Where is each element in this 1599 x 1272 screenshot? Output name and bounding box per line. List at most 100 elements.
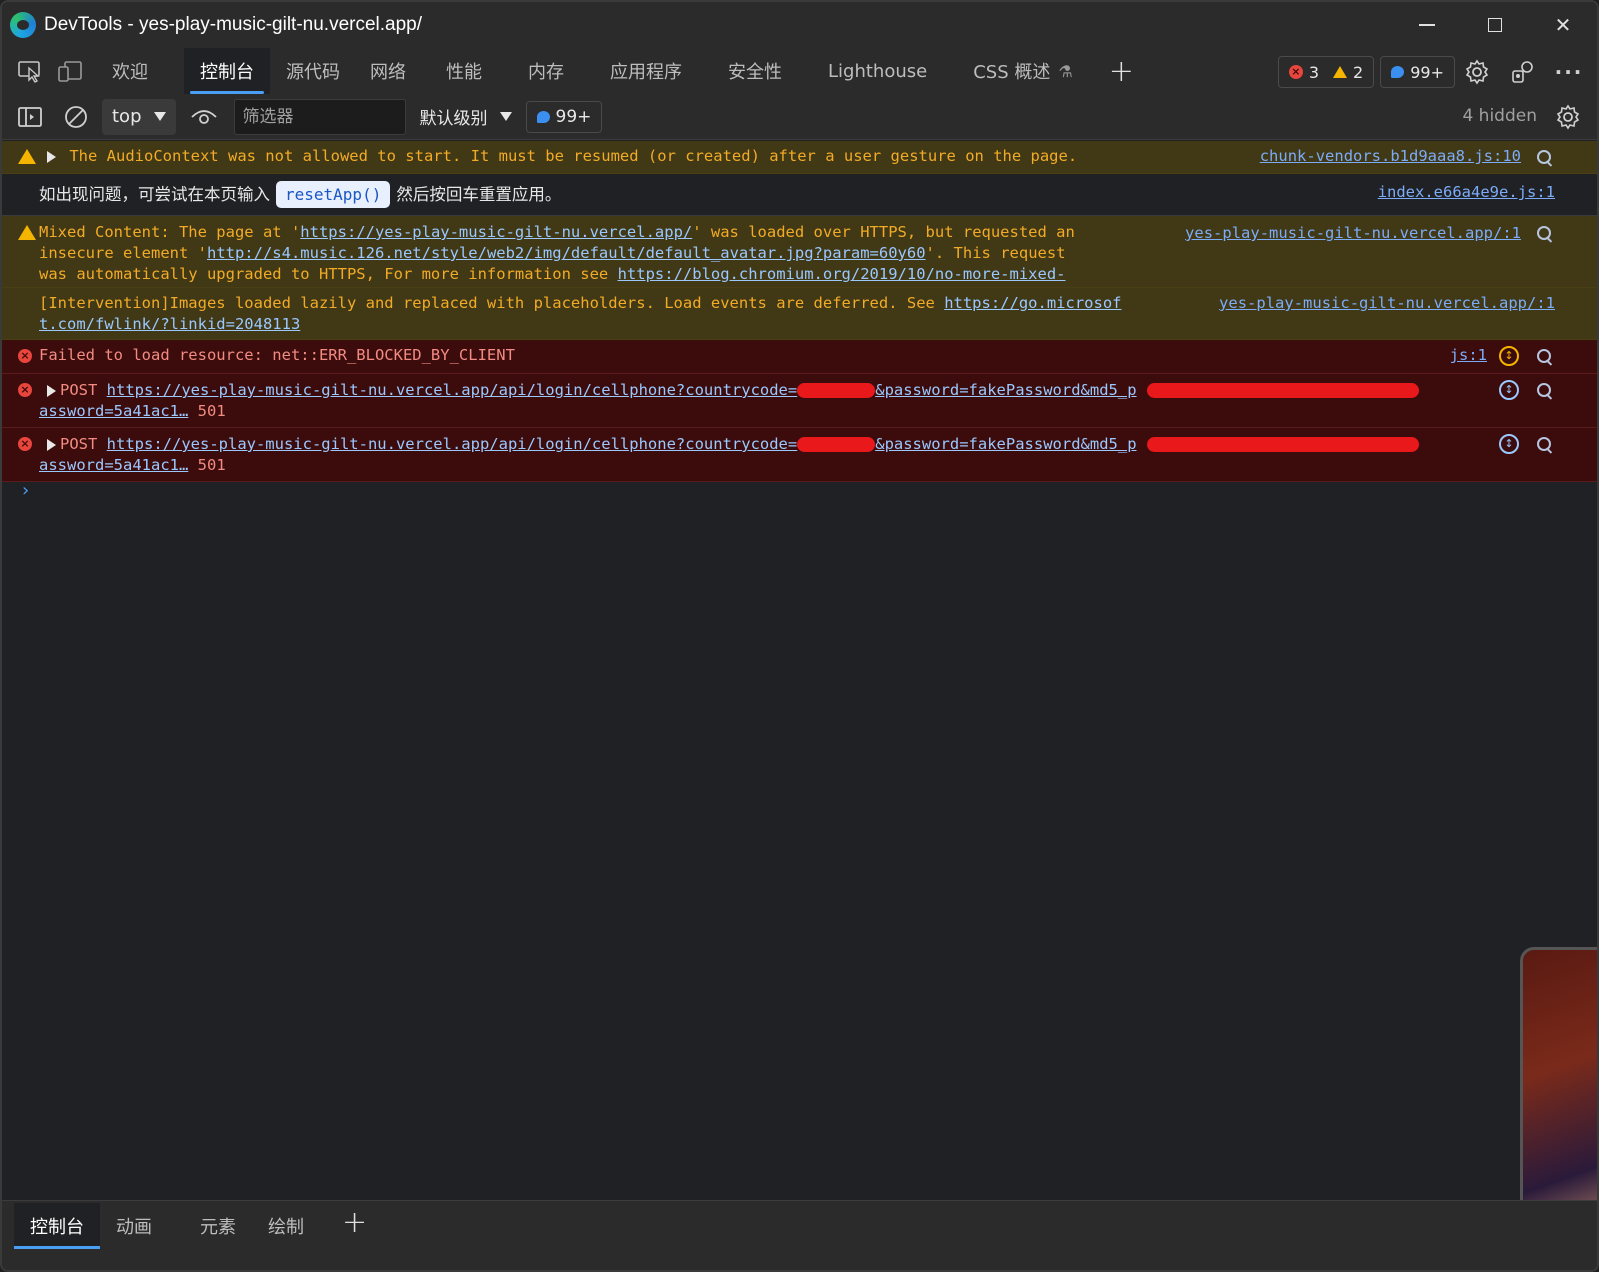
console-message-warning[interactable]: [Intervention]Images loaded lazily and r… (2, 288, 1597, 340)
drawer-add-tool-button[interactable]: + (328, 1205, 381, 1240)
close-button[interactable]: ✕ (1529, 2, 1597, 48)
more-options-button[interactable]: ··· (1551, 54, 1587, 90)
message-counter[interactable]: 99+ (1380, 56, 1455, 88)
message-text: Failed to load resource: net::ERR_BLOCKE… (39, 346, 515, 364)
error-count: 3 (1308, 62, 1320, 82)
message-text-after: 然后按回车重置应用。 (396, 185, 562, 204)
context-selector[interactable]: top (102, 98, 176, 135)
expand-arrow-icon[interactable] (47, 384, 56, 397)
drawer-tab-bar: 控制台 动画 元素 绘制 + (2, 1200, 1597, 1270)
message-source-link[interactable]: js:1 (1450, 345, 1487, 366)
redaction-mark (797, 383, 876, 398)
drawer-tab-animations[interactable]: 动画 (100, 1203, 168, 1249)
error-warning-counter[interactable]: × 3 2 (1277, 56, 1375, 88)
message-text: [Intervention]Images loaded lazily and r… (39, 294, 945, 312)
devtools-window: DevTools - yes-play-music-gilt-nu.vercel… (0, 0, 1599, 1272)
console-settings-button[interactable] (1553, 102, 1583, 132)
tab-sources[interactable]: 源代码 (270, 48, 356, 94)
message-source-link[interactable]: chunk-vendors.b1d9aaa8.js:10 (1260, 146, 1521, 167)
error-icon: × (1288, 65, 1303, 79)
drawer-tab-console[interactable]: 控制台 (14, 1203, 100, 1249)
filter-input[interactable] (233, 98, 406, 135)
message-bubble-icon (536, 110, 550, 123)
window-title: DevTools - yes-play-music-gilt-nu.vercel… (44, 14, 423, 35)
gear-icon (1556, 104, 1580, 130)
search-icon[interactable] (1537, 150, 1553, 166)
tab-console[interactable]: 控制台 (184, 48, 270, 94)
tab-performance[interactable]: 性能 (428, 48, 512, 94)
network-request-icon[interactable]: ↕ (1499, 380, 1519, 400)
network-request-icon[interactable]: ↕ (1499, 434, 1519, 454)
console-message-count: 99+ (555, 106, 592, 127)
console-message-warning[interactable]: Mixed Content: The page at 'https://yes-… (2, 216, 1597, 304)
message-link[interactable]: https://go.microsof (944, 294, 1121, 312)
expand-arrow-icon[interactable] (47, 150, 56, 163)
tab-css-overview[interactable]: CSS 概述 ⚗ (957, 48, 1081, 94)
console-message-info[interactable]: 如出现问题，可尝试在本页输入 resetApp() 然后按回车重置应用。 index… (2, 174, 1597, 216)
message-source-link[interactable]: yes-play-music-gilt-nu.vercel.app/:1 (1185, 223, 1521, 244)
minimize-icon (1419, 24, 1435, 26)
status-code: 501 (197, 402, 226, 420)
search-icon[interactable] (1537, 383, 1553, 399)
show-sidebar-button[interactable] (10, 97, 50, 137)
edge-logo-icon (10, 12, 36, 38)
console-message-warning[interactable]: The AudioContext was not allowed to star… (2, 141, 1597, 174)
request-url[interactable]: https://yes-play-music-gilt-nu.vercel.ap… (107, 435, 798, 453)
console-message-counter[interactable]: 99+ (525, 100, 603, 133)
message-link[interactable]: https://yes-play-music-gilt-nu.vercel.ap… (300, 223, 692, 241)
message-link[interactable]: http://s4.music.126.net/style/web2/img/d… (207, 244, 926, 262)
message-text: The AudioContext was not allowed to star… (69, 147, 1078, 165)
request-url[interactable]: assword=5a41ac1… (39, 456, 188, 474)
message-text: '. This request (925, 244, 1066, 262)
log-level-selector[interactable]: 默认级别 (420, 104, 512, 129)
request-url[interactable]: https://yes-play-music-gilt-nu.vercel.ap… (107, 381, 798, 399)
device-emulation-button[interactable] (50, 51, 90, 91)
search-icon[interactable] (1537, 437, 1553, 453)
tabbar-right-icons: ··· (1459, 54, 1587, 90)
minimize-button[interactable] (1393, 2, 1461, 48)
message-text: insecure element ' (39, 244, 207, 262)
hidden-messages-count[interactable]: 4 hidden (1462, 106, 1537, 126)
reset-app-code-chip[interactable]: resetApp() (276, 181, 391, 208)
console-message-error[interactable]: × POST https://yes-play-music-gilt-nu.ve… (2, 428, 1597, 482)
inspect-element-button[interactable] (10, 51, 50, 91)
tab-welcome[interactable]: 欢迎 (96, 48, 164, 94)
request-url[interactable]: assword=5a41ac1… (39, 402, 188, 420)
message-link[interactable]: t.com/fwlink/?linkid=2048113 (39, 315, 300, 333)
message-source-link[interactable]: yes-play-music-gilt-nu.vercel.app/:1 (1219, 293, 1555, 314)
console-prompt[interactable]: › (20, 480, 31, 501)
maximize-button[interactable] (1461, 2, 1529, 48)
live-expression-button[interactable] (184, 97, 224, 137)
request-url[interactable]: &password=fakePassword&md5_p (875, 381, 1136, 399)
post-request-text: POST https://yes-play-music-gilt-nu.verc… (39, 434, 1469, 476)
request-method: POST (60, 381, 98, 399)
settings-button[interactable] (1459, 54, 1495, 90)
tab-security[interactable]: 安全性 (712, 48, 812, 94)
tab-application[interactable]: 应用程序 (594, 48, 712, 94)
tab-memory[interactable]: 内存 (512, 48, 594, 94)
request-method: POST (60, 435, 98, 453)
message-text-before: 如出现问题，可尝试在本页输入 (39, 185, 270, 204)
dock-side-button[interactable] (1505, 54, 1541, 90)
drawer-tab-rendering[interactable]: 绘制 (252, 1203, 320, 1249)
redaction-mark (1146, 437, 1419, 452)
message-text: was automatically upgraded to HTTPS, For… (39, 265, 618, 283)
console-message-error[interactable]: × Failed to load resource: net::ERR_BLOC… (2, 340, 1597, 374)
tab-lighthouse[interactable]: Lighthouse (812, 48, 957, 94)
console-message-error[interactable]: × POST https://yes-play-music-gilt-nu.ve… (2, 374, 1597, 428)
console-toolbar: top 默认级别 99+ (2, 94, 1597, 140)
expand-arrow-icon[interactable] (47, 438, 56, 451)
console-messages: The AudioContext was not allowed to star… (2, 141, 1597, 482)
search-icon[interactable] (1537, 349, 1553, 365)
message-text: Mixed Content: The page at ' (39, 223, 301, 241)
warning-count: 2 (1353, 62, 1364, 82)
message-source-link[interactable]: index.e66a4e9e.js:1 (1378, 182, 1555, 203)
tab-network[interactable]: 网络 (356, 48, 428, 94)
clear-console-button[interactable] (56, 97, 96, 137)
sidebar-icon (18, 106, 42, 127)
search-icon[interactable] (1537, 226, 1553, 242)
more-tools-button[interactable]: + (1095, 54, 1148, 89)
drawer-tab-elements[interactable]: 元素 (184, 1203, 252, 1249)
request-url[interactable]: &password=fakePassword&md5_p (875, 435, 1136, 453)
network-request-icon[interactable]: ↕ (1499, 346, 1519, 366)
